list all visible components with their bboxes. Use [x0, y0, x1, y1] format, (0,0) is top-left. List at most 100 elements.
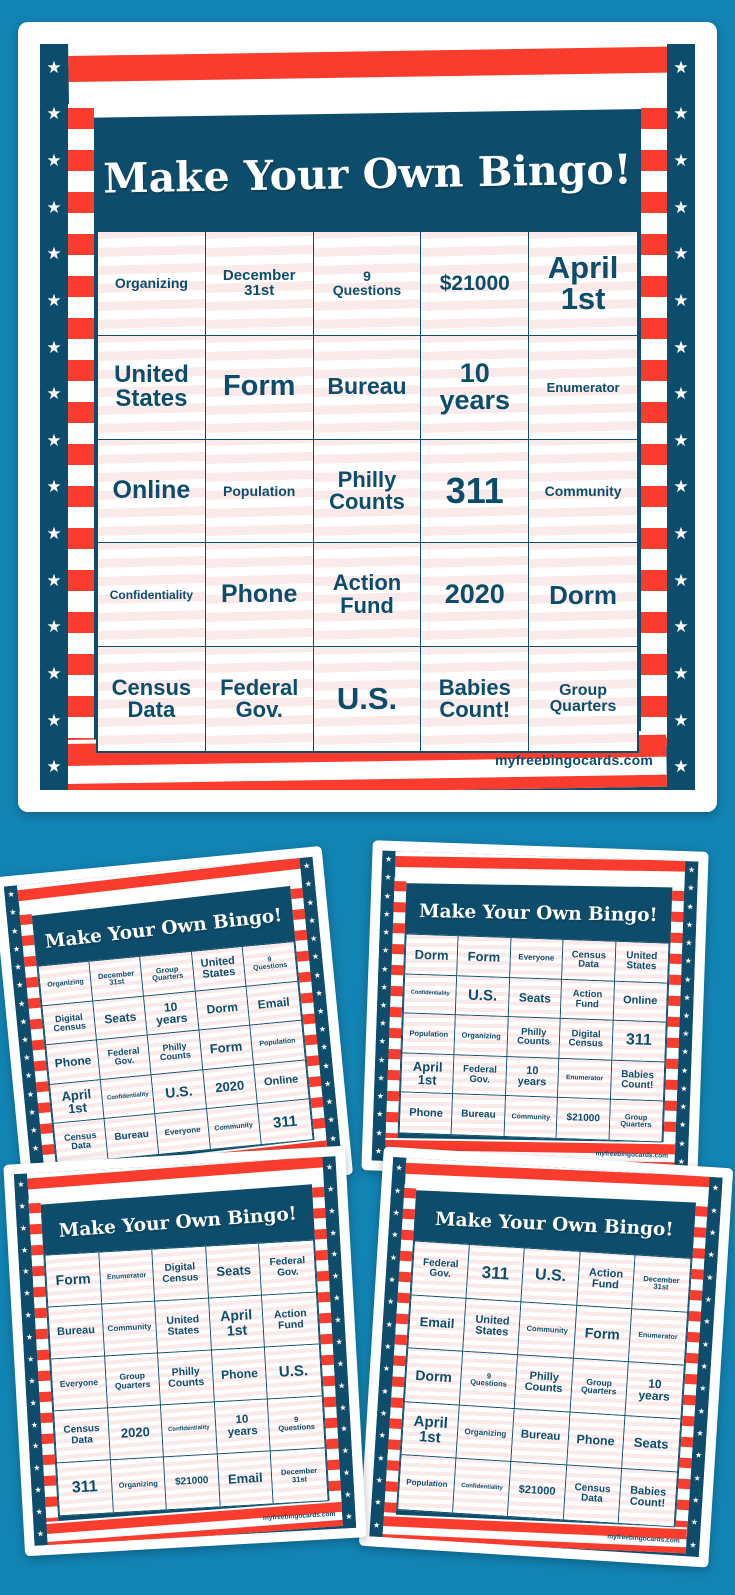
bingo-cell[interactable]: U.S. — [265, 1344, 322, 1400]
bingo-cell[interactable]: Philly Counts — [148, 1030, 203, 1076]
bingo-card-thumbnail-3[interactable]: ★ ★ ★ ★ ★ ★ ★ ★ ★ ★ ★ ★ ★ ★ ★ ★ ★ ★ ★ ★ ★ ★ ★ ★ ★ ★ ★ ★ ★ ★ ★ ★ ★ ★ Make… — [3, 1145, 367, 1557]
bingo-cell[interactable]: Online — [253, 1060, 309, 1105]
bingo-cell[interactable]: Action Fund — [313, 543, 422, 648]
bingo-cell[interactable]: Dorm — [405, 934, 459, 976]
bingo-card-main[interactable]: ★ ★ ★ ★ ★ ★ ★ ★ ★ ★ ★ ★ ★ ★ ★ ★ ★ ★ ★ ★ ★ ★ ★ ★ ★ ★ ★ ★ ★ ★ ★ ★ Make Y… — [18, 22, 717, 812]
bingo-cell[interactable]: U.S. — [313, 647, 422, 751]
bingo-cell[interactable]: United States — [191, 946, 247, 992]
bingo-cell[interactable]: 311 — [57, 1460, 114, 1516]
bingo-cell[interactable]: Bureau — [48, 1304, 105, 1360]
bingo-cell[interactable]: 9 Questions — [459, 1351, 519, 1409]
bingo-cell[interactable]: Everyone — [155, 1109, 211, 1154]
bingo-cell[interactable]: December 31st — [631, 1255, 691, 1313]
bingo-cell[interactable]: 10 years — [505, 1056, 560, 1099]
bingo-grid[interactable]: Organizing December 31st Group Quarters Unite… — [37, 940, 314, 1165]
bingo-cell[interactable]: Confidentiality — [403, 974, 458, 1016]
bingo-cell[interactable]: Organizing — [98, 232, 206, 336]
bingo-cell[interactable]: Digital Census — [42, 1001, 98, 1046]
bingo-grid[interactable]: Dorm Form Everyone Census Data United States Co… — [398, 933, 670, 1143]
bingo-cell[interactable]: Phone — [566, 1412, 626, 1470]
bingo-cell[interactable]: Digital Census — [559, 1019, 614, 1061]
bingo-cell[interactable]: Federal Gov. — [259, 1240, 316, 1296]
bingo-cell[interactable]: Federal Gov. — [411, 1241, 471, 1299]
bingo-cell[interactable]: Group Quarters — [140, 951, 196, 997]
bingo-cell[interactable]: Population — [398, 1455, 457, 1513]
bingo-cell[interactable]: Federal Gov. — [205, 647, 314, 751]
bingo-cell[interactable]: Dorm — [195, 986, 251, 1031]
bingo-cell[interactable]: 10 years — [214, 1399, 272, 1455]
bingo-cell[interactable]: Philly Counts — [507, 1017, 561, 1059]
bingo-cell[interactable]: Online — [98, 439, 206, 544]
bingo-cell[interactable]: $21000 — [508, 1462, 567, 1520]
bingo-cell[interactable]: U.S. — [521, 1248, 581, 1306]
bingo-cell[interactable]: 10 years — [625, 1362, 684, 1420]
bingo-cell[interactable]: U.S. — [151, 1070, 207, 1115]
bingo-cell[interactable]: 311 — [257, 1099, 313, 1145]
bingo-cell[interactable]: Philly Counts — [158, 1350, 215, 1406]
bingo-grid[interactable]: Organizing December 31st 9 Questions $21000 Ap… — [96, 230, 639, 753]
bingo-cell[interactable]: December 31st — [205, 232, 314, 336]
bingo-cell[interactable]: United States — [98, 335, 206, 440]
bingo-cell[interactable]: Bureau — [452, 1094, 506, 1136]
bingo-cell[interactable]: Digital Census — [152, 1246, 209, 1302]
bingo-cell[interactable]: Group Quarters — [570, 1358, 629, 1416]
bingo-cell[interactable]: Community — [206, 1104, 262, 1149]
bingo-cell[interactable]: Everyone — [51, 1356, 108, 1412]
bingo-cell[interactable]: Action Fund — [576, 1251, 636, 1309]
bingo-cell[interactable]: United States — [155, 1298, 212, 1354]
bingo-cell[interactable]: Bureau — [313, 335, 422, 440]
bingo-cell[interactable]: December 31st — [89, 956, 145, 1002]
bingo-cell[interactable]: Confidentiality — [98, 543, 206, 648]
bingo-cell[interactable]: Email — [246, 981, 302, 1026]
bingo-cell[interactable]: Community — [529, 439, 637, 544]
bingo-cell[interactable]: April 1st — [50, 1079, 105, 1125]
bingo-cell[interactable]: Email — [217, 1451, 275, 1507]
bingo-cell[interactable]: Phone — [46, 1040, 102, 1085]
bingo-cell[interactable]: Online — [613, 981, 668, 1023]
bingo-cell[interactable]: 10 years — [421, 335, 530, 440]
bingo-cell[interactable]: Action Fund — [262, 1292, 319, 1348]
bingo-cell[interactable]: Bureau — [511, 1408, 571, 1466]
bingo-cell[interactable]: Everyone — [509, 938, 564, 980]
bingo-cell[interactable]: Babies Count! — [421, 647, 530, 751]
bingo-cell[interactable]: April 1st — [401, 1053, 455, 1095]
bingo-cell[interactable]: April 1st — [208, 1295, 266, 1351]
bingo-cell[interactable]: Community — [101, 1301, 159, 1357]
bingo-cell[interactable]: Form — [205, 335, 314, 440]
bingo-cell[interactable]: Group Quarters — [609, 1100, 663, 1142]
bingo-cell[interactable]: $21000 — [421, 232, 530, 336]
bingo-cell[interactable]: December 31st — [271, 1448, 328, 1504]
bingo-cell[interactable]: Confidentiality — [161, 1402, 218, 1458]
bingo-cell[interactable]: Form — [199, 1025, 254, 1071]
bingo-cell[interactable]: 311 — [421, 439, 530, 544]
bingo-cell[interactable]: Philly Counts — [313, 439, 422, 544]
bingo-cell[interactable]: Seats — [508, 977, 563, 1020]
bingo-cell[interactable]: Seats — [93, 996, 149, 1041]
bingo-cell[interactable]: Enumerator — [98, 1249, 156, 1305]
bingo-cell[interactable]: Form — [45, 1252, 102, 1308]
bingo-cell[interactable]: $21000 — [556, 1098, 611, 1140]
bingo-cell[interactable]: Action Fund — [560, 979, 615, 1021]
bingo-cell[interactable]: $21000 — [164, 1454, 221, 1510]
bingo-cell[interactable]: 311 — [466, 1245, 526, 1302]
bingo-cell[interactable]: Census Data — [98, 647, 206, 751]
bingo-cell[interactable]: Phone — [399, 1092, 454, 1135]
bingo-cell[interactable]: Federal Gov. — [97, 1035, 152, 1080]
bingo-cell[interactable]: Form — [573, 1305, 632, 1363]
bingo-cell[interactable]: Population — [250, 1020, 305, 1066]
bingo-cell[interactable]: Population — [402, 1013, 457, 1056]
bingo-cell[interactable]: Group Quarters — [104, 1353, 162, 1409]
bingo-cell[interactable]: April 1st — [529, 232, 637, 336]
bingo-cell[interactable]: April 1st — [401, 1402, 460, 1459]
bingo-cell[interactable]: Organizing — [456, 1405, 516, 1463]
bingo-cell[interactable]: Babies Count! — [610, 1060, 665, 1102]
bingo-cell[interactable]: United States — [614, 941, 669, 984]
bingo-cell[interactable]: Enumerator — [628, 1308, 688, 1366]
bingo-cell[interactable]: Census Data — [53, 1119, 109, 1164]
bingo-cell[interactable]: 2020 — [107, 1405, 165, 1461]
bingo-cell[interactable]: 9 Questions — [242, 942, 298, 987]
bingo-cell[interactable]: U.S. — [456, 975, 510, 1018]
bingo-cell[interactable]: Seats — [621, 1415, 681, 1473]
bingo-cell[interactable]: Enumerator — [529, 335, 637, 440]
bingo-cell[interactable]: Group Quarters — [529, 647, 637, 751]
